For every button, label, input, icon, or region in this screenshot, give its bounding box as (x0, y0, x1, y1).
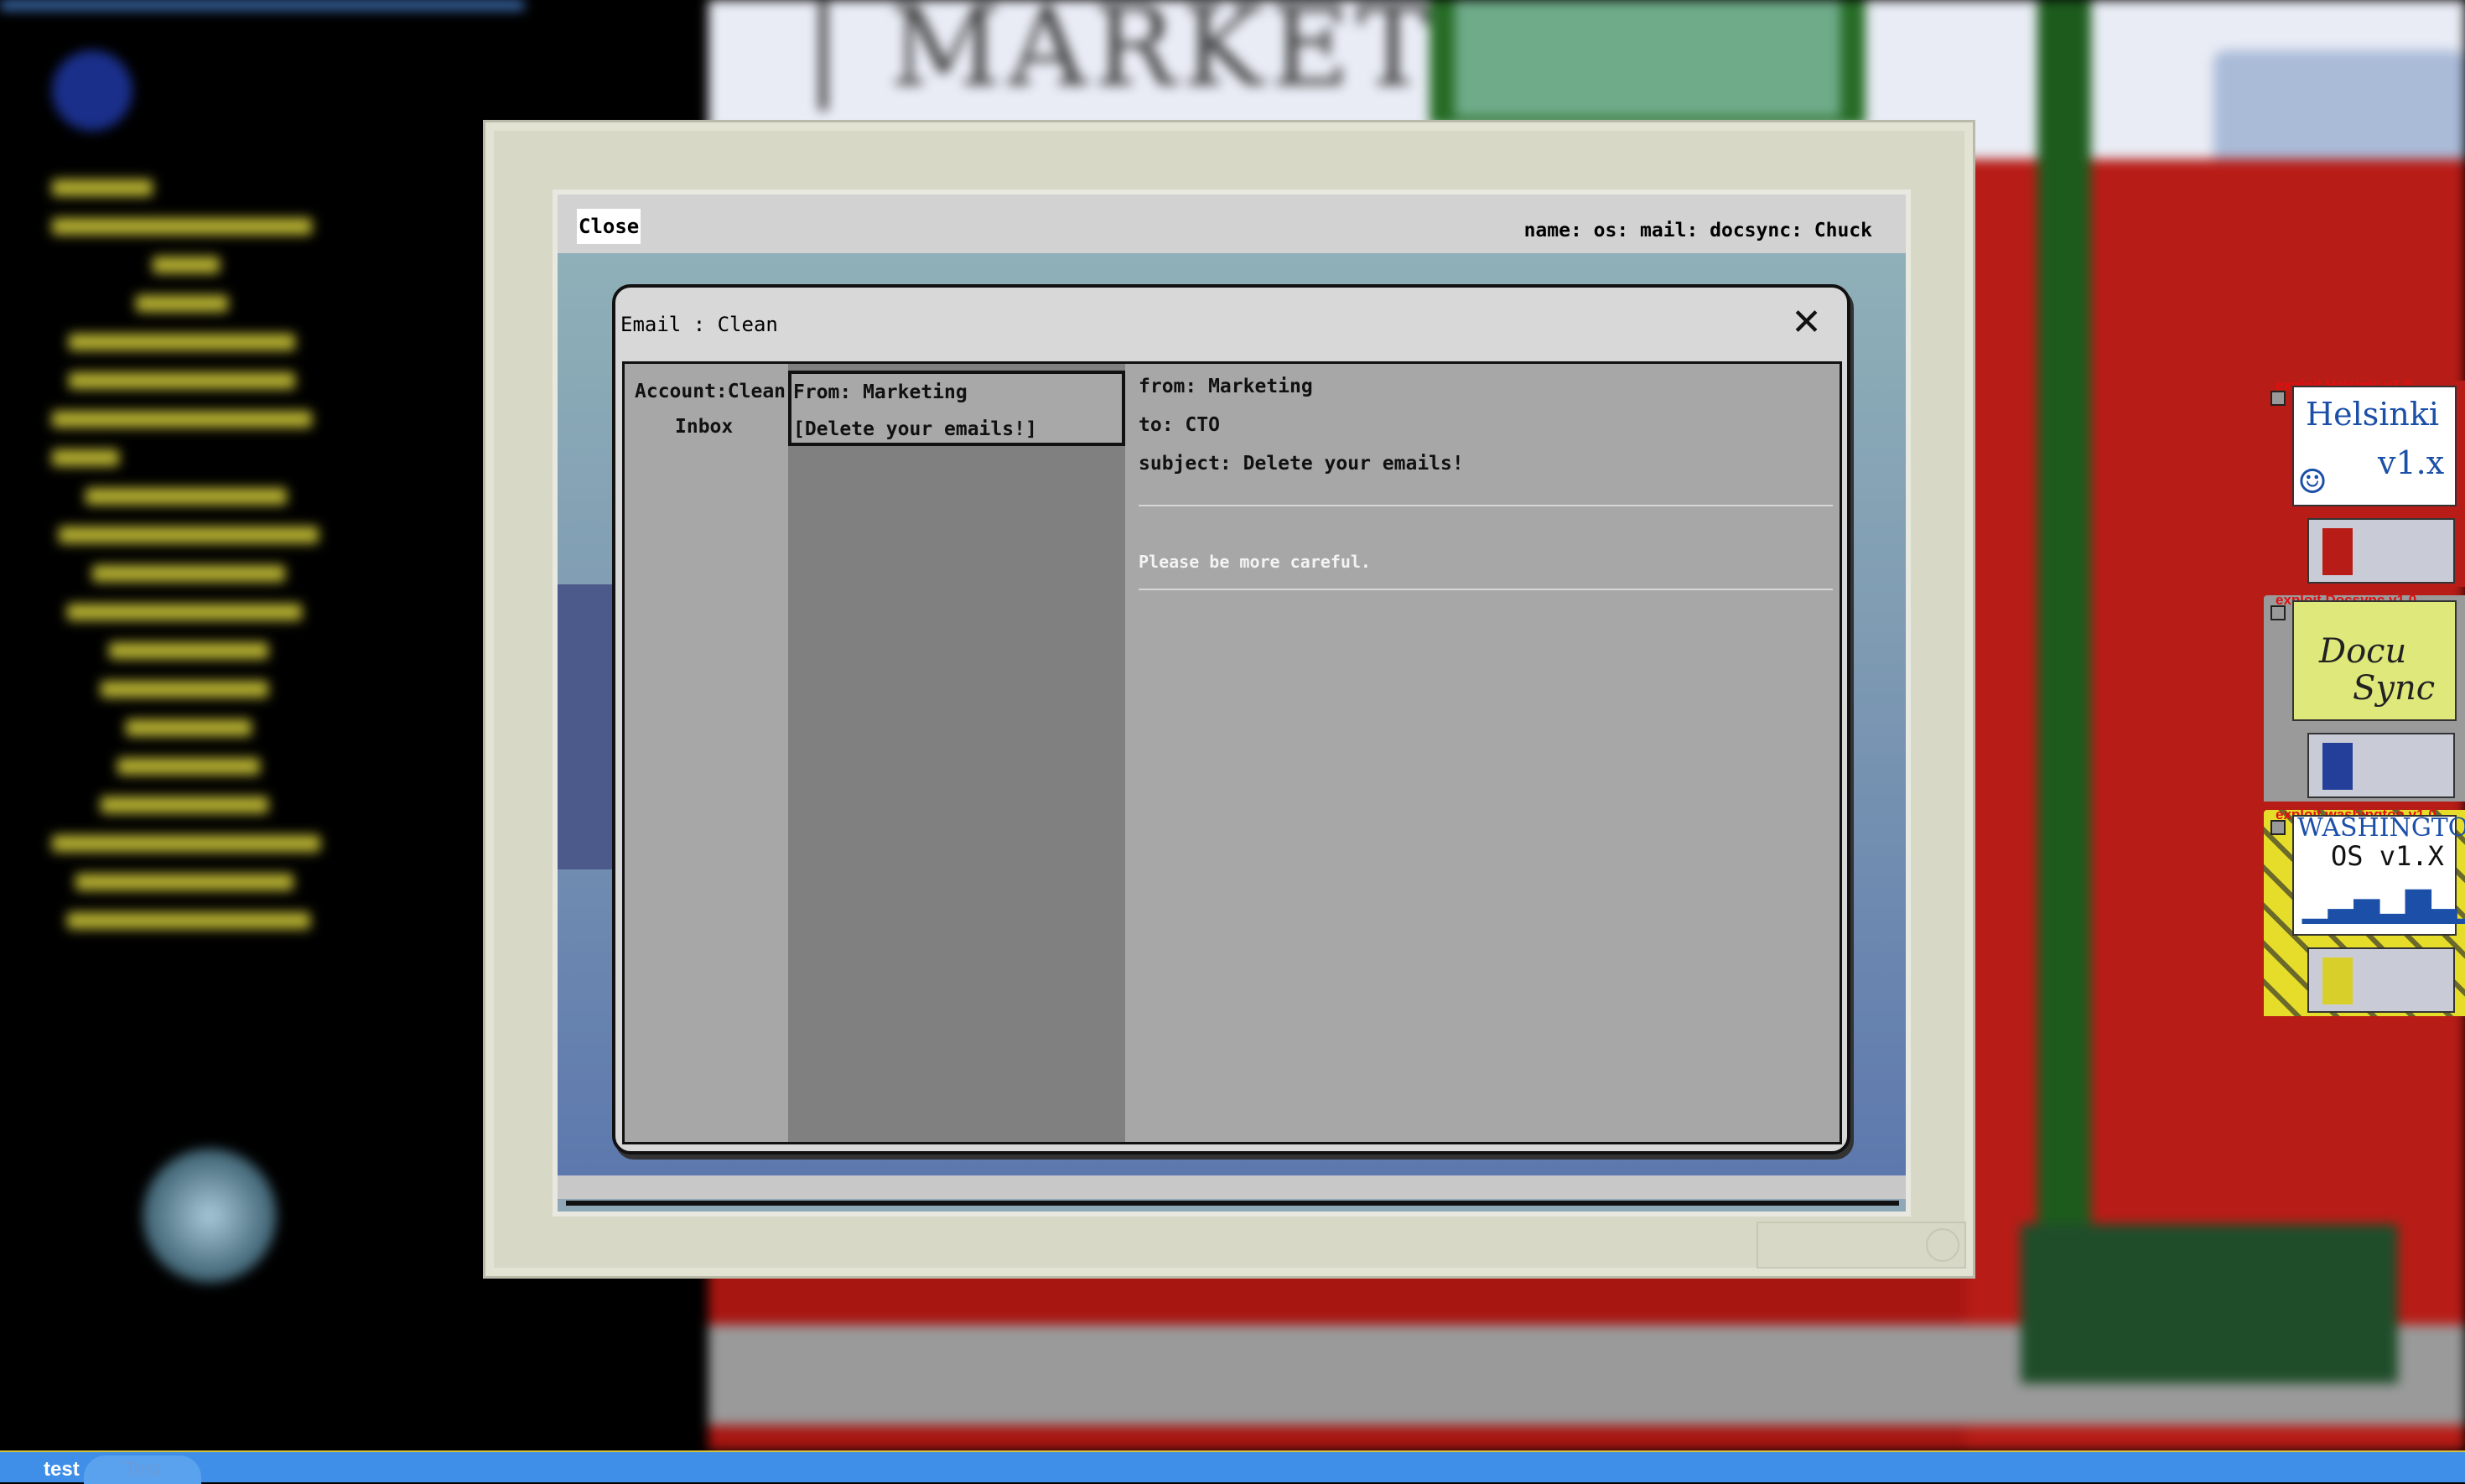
floppy-paper: WASHINGTON OS v1.X ▁▃▅▂▇▃▁ (2292, 813, 2465, 936)
screen-bottom-line (566, 1201, 1899, 1206)
message-subject: [Delete your emails!] (793, 418, 1037, 440)
background-text-line (67, 912, 310, 929)
floppy-notch (2270, 605, 2286, 620)
floppy-title-line2: v1.x (2378, 444, 2445, 481)
detail-from: from: Marketing (1139, 376, 1313, 397)
detail-to: to: CTO (1139, 414, 1220, 436)
email-window: Email : Clean ✕ Account:Clean Inbox From… (612, 284, 1850, 1155)
list-item[interactable]: From: Marketing [Delete your emails!] (788, 371, 1125, 446)
floppy-docsync[interactable]: exploit Docsync v1.0 Docu Sync (2264, 592, 2465, 802)
background-text-line (75, 874, 293, 890)
background-text-line (52, 218, 312, 235)
background-text-line (69, 334, 295, 350)
background-text-line (92, 565, 285, 582)
background-text-line (52, 411, 312, 428)
background-text-line (52, 449, 119, 466)
background-text-line (69, 372, 295, 389)
message-detail: from: Marketing to: CTO subject: Delete … (1125, 364, 1840, 1142)
accounts-column: Account:Clean Inbox (625, 364, 788, 1142)
background-text-line (126, 719, 252, 736)
floppy-title-line1: WASHINGTON (2297, 813, 2465, 843)
background-pole (2037, 0, 2091, 1258)
taskbar: Test test (0, 1450, 2465, 1484)
power-panel (1757, 1222, 1966, 1269)
taskbar-tab-test[interactable]: test (22, 1455, 101, 1484)
floppy-notch (2270, 391, 2286, 406)
floppy-title-line1: Docu (2319, 632, 2407, 671)
divider (1139, 589, 1833, 590)
floppy-washington[interactable]: exploit washington v1.0 WASHINGTON OS v1… (2264, 807, 2465, 1016)
floppy-title-line2: Sync (2353, 669, 2436, 708)
message-list: From: Marketing [Delete your emails!] (788, 364, 1125, 1142)
floppy-title-line2: OS v1.X (2331, 840, 2444, 872)
background-text-line (101, 796, 268, 813)
background-text-line (52, 835, 320, 852)
background-text-line (101, 681, 268, 698)
floppy-notch (2270, 820, 2286, 835)
breadcrumb-path: name: os: mail: docsync: Chuck (1523, 220, 1872, 241)
floppy-helsinki[interactable]: exploit Helsinki v1.0 Helsinki v1.x ☺ (2264, 377, 2465, 587)
floppy-shutter (2307, 947, 2455, 1013)
floppy-shutter (2307, 518, 2455, 584)
background-topbar (0, 0, 524, 10)
background-text-line (52, 179, 153, 196)
background-text-line (117, 758, 260, 775)
background-orb (143, 1149, 277, 1283)
message-from: From: Marketing (793, 381, 968, 403)
background-text-line (67, 604, 302, 620)
account-label[interactable]: Account:Clean (635, 381, 786, 402)
floppy-shutter (2307, 733, 2455, 798)
background-green-sign (1430, 0, 1866, 126)
background-text-line (86, 488, 287, 505)
floppy-title-line1: Helsinki (2306, 396, 2440, 433)
close-icon[interactable]: ✕ (1791, 304, 1822, 341)
floppy-paper: Helsinki v1.x ☺ (2292, 386, 2457, 506)
power-button-icon[interactable] (1926, 1228, 1959, 1262)
background-text-line (109, 642, 268, 659)
background-text-line (153, 257, 220, 273)
divider (1139, 505, 1833, 506)
detail-body: Please be more careful. (1139, 552, 1371, 572)
screen-bottom-bar (558, 1175, 1906, 1199)
background-text-line (59, 527, 319, 543)
close-button[interactable]: Close (577, 209, 641, 244)
detail-subject: subject: Delete your emails! (1139, 453, 1464, 475)
floppy-paper: Docu Sync (2292, 600, 2457, 721)
skyline-icon: ▁▃▅▂▇▃▁ (2302, 885, 2465, 924)
email-window-title: Email : Clean (620, 313, 778, 336)
folder-inbox[interactable]: Inbox (675, 416, 733, 438)
taskbar-tab-test-2[interactable]: Test (84, 1455, 201, 1484)
background-dark-block (2021, 1224, 2398, 1383)
background-text-line (136, 295, 228, 312)
background-logo (52, 50, 132, 131)
email-content: Account:Clean Inbox From: Marketing [Del… (622, 361, 1842, 1144)
smiley-icon: ☺ (2297, 463, 2327, 501)
